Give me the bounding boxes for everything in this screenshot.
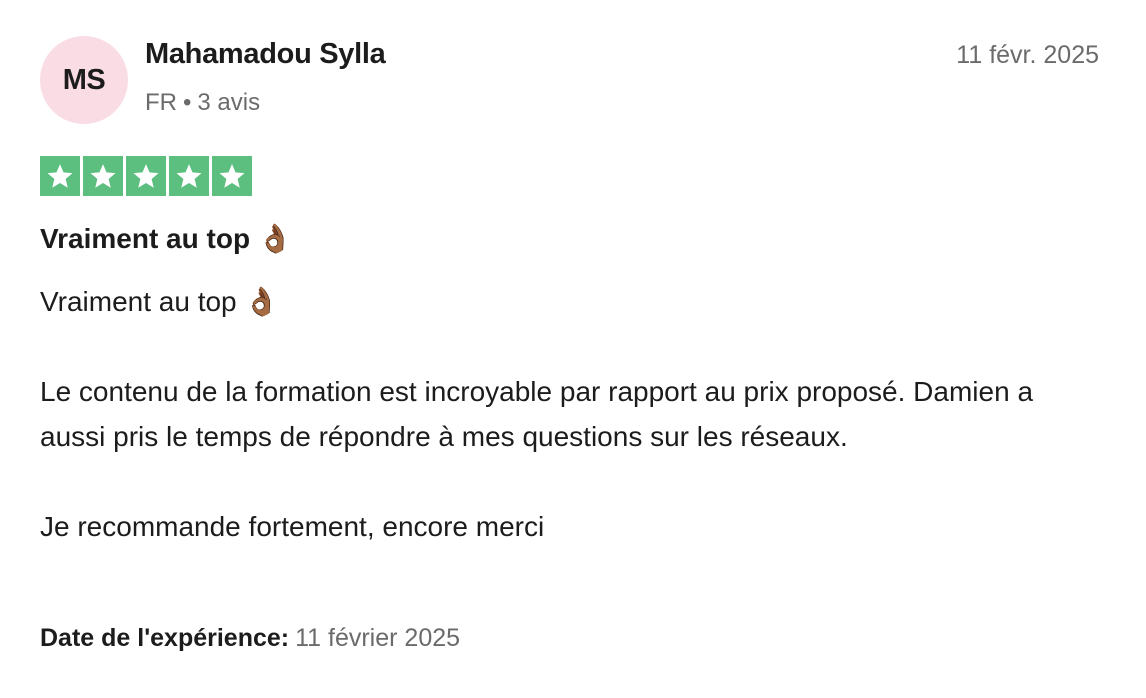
- reviewer-name[interactable]: Mahamadou Sylla: [145, 38, 386, 71]
- avatar[interactable]: MS: [40, 36, 128, 124]
- avatar-initials: MS: [62, 63, 106, 96]
- reviewer-country: FR: [145, 89, 177, 116]
- star-icon: [40, 156, 80, 196]
- review-body: Vraiment au top 👌🏾 Le contenu de la form…: [40, 279, 1100, 549]
- star-icon: [83, 156, 123, 196]
- meta-separator: •: [183, 89, 192, 116]
- review-card: MS Mahamadou Sylla FR • 3 avis 11 févr. 20…: [0, 0, 1146, 698]
- star-icon: [212, 156, 252, 196]
- experience-date-value: 11 février 2025: [295, 624, 461, 652]
- review-paragraph: Vraiment au top 👌🏾: [40, 286, 280, 317]
- review-title: Vraiment au top 👌🏾: [40, 223, 293, 254]
- star-icon: [169, 156, 209, 196]
- star-icon: [126, 156, 166, 196]
- experience-date-label: Date de l'expérience:: [40, 624, 290, 652]
- experience-date: Date de l'expérience: 11 février 2025: [40, 624, 460, 653]
- reviewer-review-count: 3 avis: [197, 89, 261, 116]
- review-paragraph: Je recommande fortement, encore merci: [40, 511, 545, 542]
- review-date: 11 févr. 2025: [956, 41, 1099, 69]
- reviewer-meta: FR • 3 avis: [145, 89, 260, 117]
- review-paragraph: Le contenu de la formation est incroyabl…: [40, 376, 1034, 452]
- star-rating: [40, 156, 252, 196]
